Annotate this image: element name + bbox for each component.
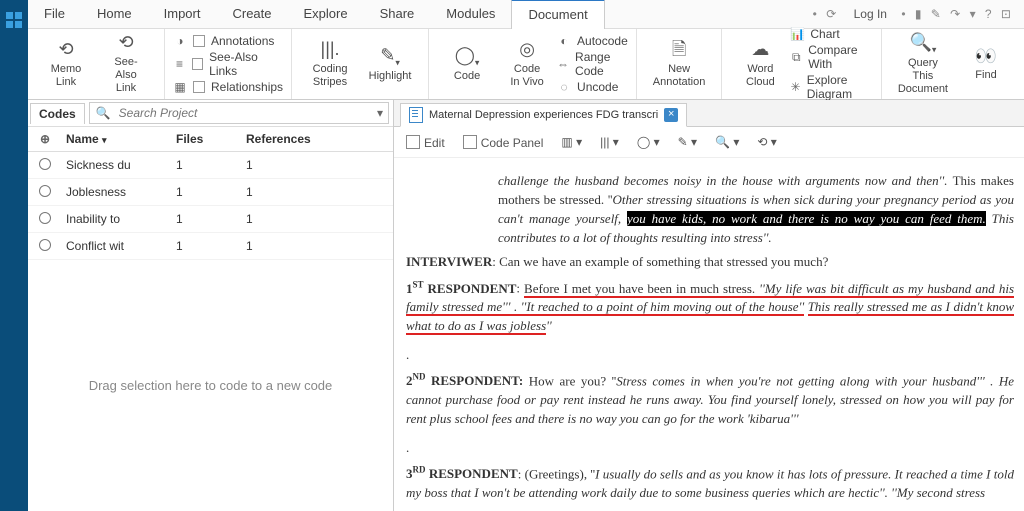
document-toolbar: Edit Code Panel ▥ ▾ ||| ▾ ◯ ▾ ✎ ▾ 🔍 ▾ ⟲ … [394, 127, 1024, 158]
uncode-icon: ◌ [557, 80, 571, 94]
code-refs: 1 [246, 185, 393, 199]
codes-header: ⊕ Name ▾ Files References [28, 127, 393, 152]
col-name[interactable]: Name ▾ [62, 132, 176, 146]
range-icon: ⇔ [557, 57, 569, 71]
auto-icon: ◐ [557, 34, 571, 48]
menu-home[interactable]: Home [81, 0, 148, 28]
find-button[interactable]: 👀Find [956, 44, 1016, 85]
codes-panel: Codes 🔍▾ ⊕ Name ▾ Files References Sickn… [28, 100, 394, 511]
link-icon: ⟲ [58, 39, 73, 61]
document-body[interactable]: challenge the husband becomes noisy in t… [394, 158, 1024, 511]
search-icon: 🔍 [90, 106, 117, 120]
seealso-links-toggle[interactable]: ≡See-Also Links [173, 50, 283, 78]
menu-create[interactable]: Create [216, 0, 287, 28]
col-refs[interactable]: References [246, 132, 393, 146]
menu-modules[interactable]: Modules [430, 0, 511, 28]
stripes-icon[interactable]: ||| ▾ [600, 135, 619, 149]
code-name: Joblesness [62, 185, 176, 199]
new-annotation-button[interactable]: 🗎New Annotation [645, 37, 714, 91]
link-icon[interactable]: ⟲ ▾ [757, 135, 776, 149]
seealso-link-button[interactable]: ⟲See-Also Link [96, 30, 156, 97]
explore-diagram-button[interactable]: ✳Explore Diagram [790, 73, 872, 101]
menu-share[interactable]: Share [364, 0, 431, 28]
node-icon [39, 185, 51, 197]
code-files: 1 [176, 185, 246, 199]
stripes-icon: |||. [321, 39, 340, 61]
code-row[interactable]: Sickness du11 [28, 152, 393, 179]
code-name: Conflict wit [62, 239, 176, 253]
chart-icon: 📊 [790, 27, 804, 41]
code-files: 1 [176, 212, 246, 226]
binoculars-icon: 👀 [975, 46, 997, 68]
login-link[interactable]: Log In [854, 7, 887, 21]
note-icon: 🗎 [672, 39, 686, 61]
search-icon: 🔍▾ [909, 32, 936, 55]
glasses-icon: ◑ [173, 34, 187, 48]
query-doc-button[interactable]: 🔍▾Query This Document [890, 30, 956, 99]
menu-explore[interactable]: Explore [288, 0, 364, 28]
code-name: Inability to [62, 212, 176, 226]
circle-icon: ◯▾ [455, 45, 480, 68]
node-icon [39, 158, 51, 170]
code-row[interactable]: Inability to11 [28, 206, 393, 233]
edit-toggle[interactable]: Edit [406, 135, 445, 150]
compare-button[interactable]: ⧉Compare With [790, 43, 872, 71]
code-icon[interactable]: ◯ ▾ [637, 135, 660, 149]
drop-hint: Drag selection here to code to a new cod… [28, 260, 393, 511]
node-icon [39, 239, 51, 251]
annotations-toggle[interactable]: ◑Annotations [173, 34, 283, 48]
document-tab[interactable]: Maternal Depression experiences FDG tran… [400, 103, 687, 127]
cloud-icon: ☁ [751, 39, 769, 61]
titlebar-tools: • ⟳ Log In • ▮ ✎ ↷ ▾ ? ⊡ [813, 7, 1024, 21]
node-icon [39, 212, 51, 224]
code-files: 1 [176, 158, 246, 172]
pen-icon[interactable]: ✎ ▾ [678, 135, 697, 149]
menu-bar: File Home Import Create Explore Share Mo… [28, 0, 1024, 29]
menu-file[interactable]: File [28, 0, 81, 28]
highlight-icon: ✎▾ [380, 45, 400, 68]
code-invivo-button[interactable]: ◎Code In Vivo [497, 37, 557, 91]
menu-import[interactable]: Import [148, 0, 217, 28]
link-icon: ⟲ [118, 32, 133, 54]
codepanel-toggle[interactable]: Code Panel [463, 135, 544, 150]
document-icon [409, 107, 423, 123]
codes-tab[interactable]: Codes [30, 103, 85, 124]
rangecode-button[interactable]: ⇔Range Code [557, 50, 628, 78]
code-row[interactable]: Joblesness11 [28, 179, 393, 206]
code-refs: 1 [246, 158, 393, 172]
circle-text-icon: ◎ [519, 39, 535, 61]
coding-stripes-button[interactable]: |||.Coding Stripes [300, 37, 360, 91]
col-files[interactable]: Files [176, 132, 246, 146]
menu-document[interactable]: Document [511, 0, 604, 30]
chart-button[interactable]: 📊Chart [790, 27, 872, 41]
chevron-down-icon[interactable]: ▾ [372, 106, 388, 120]
search-input[interactable] [117, 105, 372, 121]
list-icon: ≡ [173, 57, 186, 71]
diagram-icon: ✳ [790, 80, 800, 94]
code-name: Sickness du [62, 158, 176, 172]
code-button[interactable]: ◯▾Code [437, 43, 497, 86]
zoom-icon[interactable]: 🔍 ▾ [715, 135, 739, 149]
code-files: 1 [176, 239, 246, 253]
code-refs: 1 [246, 212, 393, 226]
uncode-button[interactable]: ◌Uncode [557, 80, 628, 94]
app-logo [6, 12, 22, 28]
document-tab-label: Maternal Depression experiences FDG tran… [429, 109, 658, 121]
layout-icon[interactable]: ▥ ▾ [561, 135, 582, 149]
word-cloud-button[interactable]: ☁Word Cloud [730, 37, 790, 91]
compare-icon: ⧉ [790, 50, 802, 65]
relationships-toggle[interactable]: ▦Relationships [173, 80, 283, 94]
grid-icon: ▦ [173, 80, 187, 94]
code-row[interactable]: Conflict wit11 [28, 233, 393, 260]
autocode-button[interactable]: ◐Autocode [557, 34, 628, 48]
ribbon: ⟲Memo Link ⟲See-Also Link ◑Annotations ≡… [28, 29, 1024, 100]
highlight-button[interactable]: ✎▾Highlight [360, 43, 420, 86]
code-refs: 1 [246, 239, 393, 253]
memo-link-button[interactable]: ⟲Memo Link [36, 37, 96, 91]
search-project[interactable]: 🔍▾ [89, 102, 389, 124]
add-icon[interactable]: ⊕ [28, 132, 62, 146]
close-icon[interactable]: × [664, 108, 678, 122]
